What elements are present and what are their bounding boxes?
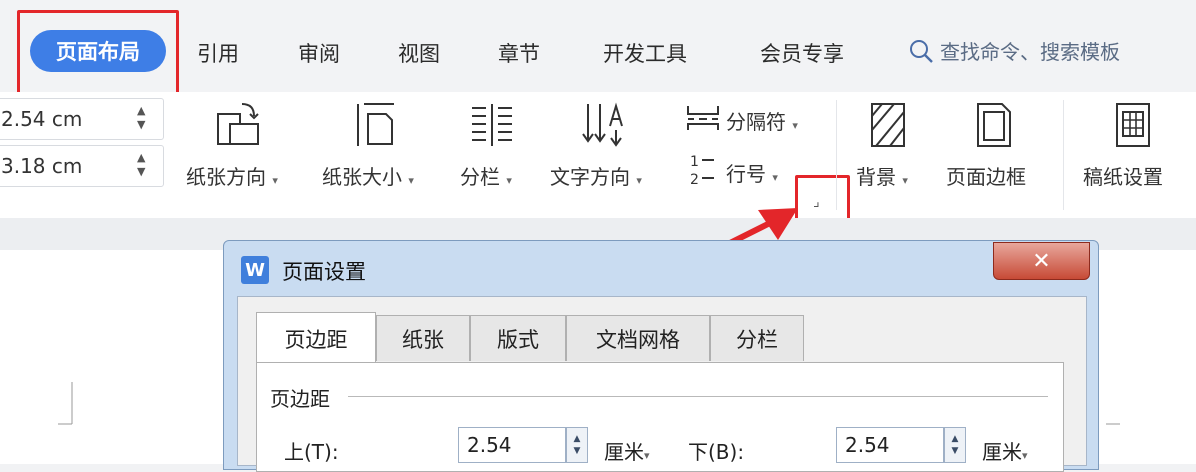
command-search[interactable]: 查找命令、搜索模板 <box>908 36 1120 65</box>
close-icon: ✕ <box>1032 248 1051 274</box>
margin-corner-mark <box>58 382 73 425</box>
text-direction-label: 文字方向 <box>550 165 630 189</box>
spin-up-icon[interactable]: ▲ <box>952 433 959 445</box>
margin-top-value: 2.54 cm <box>1 107 83 131</box>
margin-left-value: 3.18 cm <box>1 154 83 178</box>
bottom-margin-unit-label: 厘米 <box>982 440 1022 464</box>
tab-margins[interactable]: 页边距 <box>256 312 376 364</box>
top-margin-spinner[interactable]: ▲ ▼ <box>566 427 588 463</box>
text-direction-button[interactable]: 文字方向 ▾ <box>550 100 665 196</box>
caret-down-icon: ▾ <box>636 174 642 187</box>
breaks-button[interactable]: 分隔符 ▾ <box>686 100 821 136</box>
breaks-label: 分隔符 <box>726 110 786 134</box>
caret-down-icon: ▾ <box>1022 449 1028 462</box>
orientation-icon <box>217 103 259 145</box>
spin-up-icon[interactable]: ▲ <box>574 433 581 445</box>
text-direction-icon <box>582 102 623 147</box>
tab-member[interactable]: 会员专享 <box>760 38 844 68</box>
section-heading: 页边距 <box>270 387 330 411</box>
manuscript-grid-icon <box>1116 103 1150 147</box>
paper-size-button[interactable]: 纸张大小 ▾ <box>322 100 437 196</box>
page-border-button[interactable]: 页面边框 <box>946 100 1046 196</box>
margin-left-spinner[interactable]: 3.18 cm ▲ ▼ <box>0 145 164 187</box>
page-break-icon <box>687 106 719 130</box>
spinner-arrows-icon[interactable]: ▲ ▼ <box>137 104 145 132</box>
top-margin-label: 上(T): <box>284 440 339 464</box>
caret-down-icon: ▾ <box>644 449 650 462</box>
caret-down-icon: ▾ <box>408 174 414 187</box>
page-border-label: 页面边框 <box>946 165 1026 189</box>
svg-text:1: 1 <box>690 154 699 170</box>
tab-references[interactable]: 引用 <box>197 38 239 68</box>
top-margin-input[interactable]: 2.54 <box>458 427 566 463</box>
tab-paper[interactable]: 纸张 <box>376 315 470 361</box>
top-margin-unit-label: 厘米 <box>604 440 644 464</box>
tab-document-grid[interactable]: 文档网格 <box>566 315 710 361</box>
highlight-box-tab <box>17 10 179 96</box>
top-margin-unit[interactable]: 厘米▾ <box>604 436 650 465</box>
paper-size-icon <box>357 103 394 146</box>
caret-down-icon: ▾ <box>792 119 798 132</box>
tab-view[interactable]: 视图 <box>398 38 440 68</box>
bottom-margin-label: 下(B): <box>688 440 745 464</box>
orientation-button[interactable]: 纸张方向 ▾ <box>186 100 296 196</box>
section-divider <box>348 396 1048 397</box>
page-border-icon <box>977 103 1011 147</box>
tab-layout[interactable]: 版式 <box>470 315 566 361</box>
spin-down-icon[interactable]: ▼ <box>574 445 581 457</box>
bottom-margin-unit[interactable]: 厘米▾ <box>982 436 1028 465</box>
line-numbers-icon: 1 2 <box>690 154 714 186</box>
bottom-margin-input[interactable]: 2.54 <box>836 427 944 463</box>
spin-down-icon[interactable]: ▼ <box>952 445 959 457</box>
orientation-label: 纸张方向 <box>186 165 266 189</box>
background-label: 背景 <box>856 165 896 189</box>
margin-corner-mark <box>1106 423 1120 425</box>
line-numbers-label: 行号 <box>726 162 766 186</box>
columns-icon <box>472 104 512 146</box>
wps-logo-icon: W <box>241 256 269 284</box>
columns-label: 分栏 <box>460 165 500 189</box>
background-icon <box>871 103 905 147</box>
separator <box>1063 100 1064 210</box>
line-numbers-button[interactable]: 1 2 行号 ▾ <box>686 152 806 188</box>
background-button[interactable]: 背景 ▾ <box>856 100 926 196</box>
caret-down-icon: ▾ <box>272 174 278 187</box>
columns-button[interactable]: 分栏 ▾ <box>460 100 530 196</box>
svg-text:2: 2 <box>690 172 699 186</box>
margin-top-spinner[interactable]: 2.54 cm ▲ ▼ <box>0 98 164 140</box>
tab-developer[interactable]: 开发工具 <box>603 38 687 68</box>
tab-chapter[interactable]: 章节 <box>498 38 540 68</box>
tab-review[interactable]: 审阅 <box>298 38 340 68</box>
search-placeholder: 查找命令、搜索模板 <box>940 40 1120 64</box>
separator <box>836 100 837 210</box>
caret-down-icon: ▾ <box>902 174 908 187</box>
caret-down-icon: ▾ <box>772 171 778 184</box>
search-icon <box>910 39 933 63</box>
manuscript-settings-button[interactable]: 稿纸设置 <box>1083 100 1188 196</box>
tab-columns[interactable]: 分栏 <box>710 315 804 361</box>
caret-down-icon: ▾ <box>506 174 512 187</box>
paper-size-label: 纸张大小 <box>322 165 402 189</box>
bottom-margin-spinner[interactable]: ▲ ▼ <box>944 427 966 463</box>
dialog-title: 页面设置 <box>282 260 366 284</box>
spinner-arrows-icon[interactable]: ▲ ▼ <box>137 151 145 179</box>
close-button[interactable]: ✕ <box>993 242 1090 280</box>
manuscript-settings-label: 稿纸设置 <box>1083 165 1163 189</box>
